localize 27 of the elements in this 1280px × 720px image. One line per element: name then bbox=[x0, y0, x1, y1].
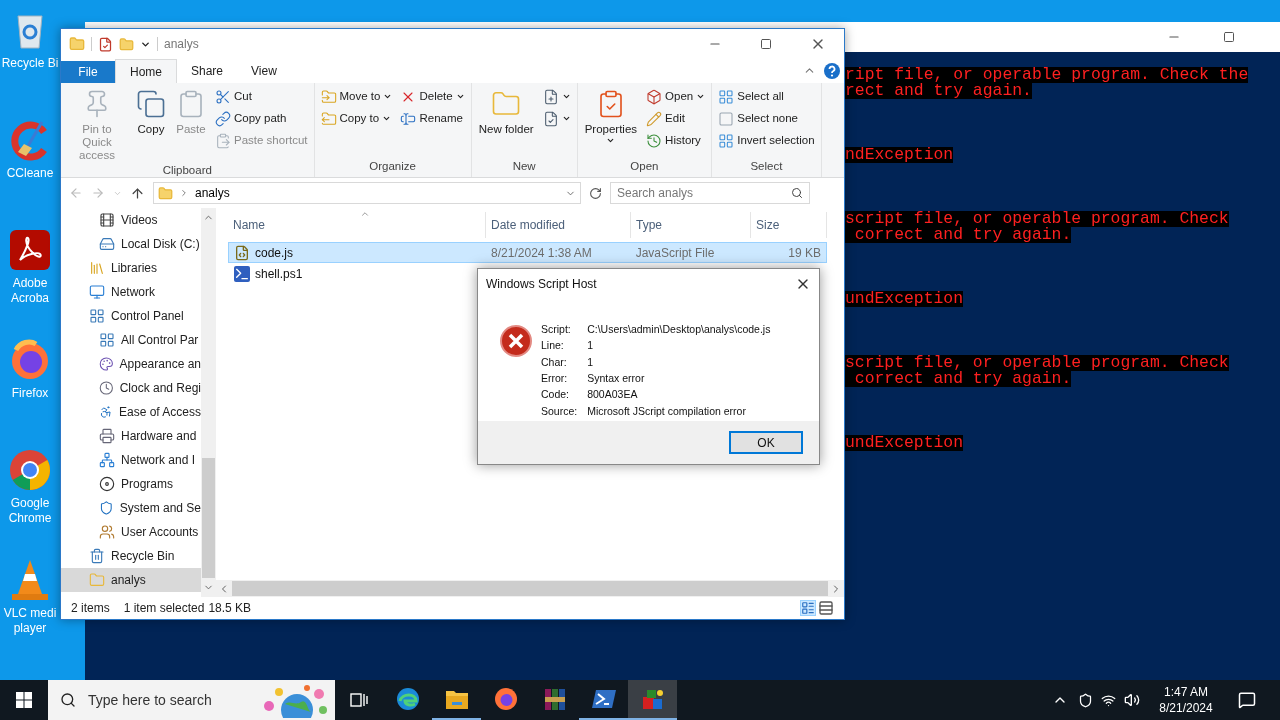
field-value: 800A03EA bbox=[587, 388, 639, 403]
field-label: Line: bbox=[541, 339, 565, 354]
file-cell-text: code.js bbox=[255, 244, 294, 262]
field-label: Char: bbox=[541, 355, 568, 370]
selection-size: 18.5 KB bbox=[208, 600, 252, 617]
field-value: 1 bbox=[587, 339, 595, 354]
field-label: Script: bbox=[541, 323, 572, 337]
group-label: Open bbox=[629, 158, 660, 174]
group-label: Select bbox=[749, 158, 784, 174]
group-label: Organize bbox=[368, 158, 417, 174]
field-label: Error: bbox=[541, 372, 569, 386]
field-value: Syntax error bbox=[587, 372, 646, 386]
group-label: New bbox=[511, 158, 537, 174]
item-count: 2 items bbox=[71, 600, 110, 617]
file-cell-text: JavaScript File bbox=[635, 244, 715, 262]
window-title: analys bbox=[164, 36, 199, 53]
field-label: Code: bbox=[541, 388, 571, 403]
dialog-title: Windows Script Host bbox=[486, 276, 598, 293]
group-label: Clipboard bbox=[161, 163, 213, 178]
file-cell-text: 8/21/2024 1:38 AM bbox=[491, 244, 592, 262]
file-cell-text: shell.ps1 bbox=[255, 265, 303, 283]
file-cell-text: 19 KB bbox=[788, 244, 821, 262]
field-label: Source: bbox=[541, 404, 578, 419]
selection-status: 1 item selected bbox=[123, 600, 205, 617]
field-value: Microsoft JScript compilation error bbox=[587, 404, 747, 419]
field-value: 1 bbox=[587, 355, 595, 370]
field-value: C:\Users\admin\Desktop\analys\code.js bbox=[587, 323, 771, 337]
